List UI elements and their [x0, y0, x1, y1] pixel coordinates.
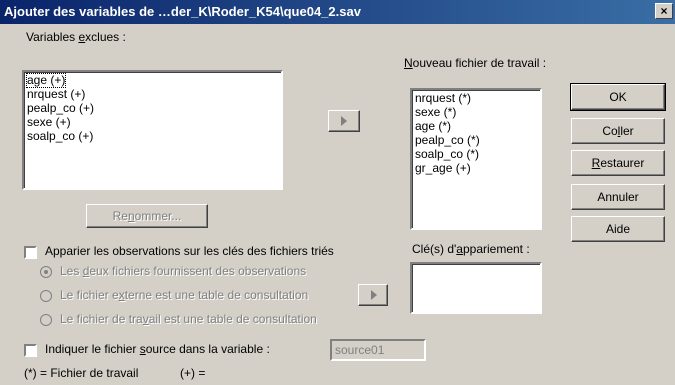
rename-button[interactable]: Renommer... [86, 204, 208, 228]
radio-both-files-label: Les deux fichiers fournissent des observ… [60, 264, 306, 278]
title-bar[interactable]: Ajouter des variables de …der_K\Roder_K5… [0, 0, 675, 24]
list-item[interactable]: gr_age (+) [415, 162, 471, 175]
option-label-prefix: Les [60, 264, 83, 278]
list-item[interactable]: soalp_co (*) [415, 148, 479, 161]
list-item[interactable]: sexe (+) [27, 116, 71, 129]
source-label-prefix: Indiquer le fichier [45, 342, 140, 356]
list-item[interactable]: nrquest (*) [415, 92, 471, 105]
excluded-variables-label: Variables exclues : [26, 30, 126, 44]
option-label-suffix: terne est une table de consultation [124, 288, 309, 302]
right-arrow-icon [371, 290, 377, 300]
reset-button[interactable]: Restaurer [571, 150, 665, 176]
list-item[interactable]: soalp_co (+) [27, 130, 93, 143]
cancel-button[interactable]: Annuler [571, 184, 665, 210]
reset-label-suffix: estaurer [600, 156, 645, 170]
reset-label-mnemonic: R [591, 156, 601, 170]
source-variable-checkbox[interactable] [24, 344, 37, 357]
radio-working-lookup-label: Le fichier de travail est une table de c… [60, 312, 317, 326]
list-item[interactable]: age (+) [25, 73, 67, 88]
right-arrow-icon [341, 116, 347, 126]
rename-label-suffix: ommer... [134, 209, 182, 223]
help-button[interactable]: Aide [571, 216, 665, 242]
match-cases-label: Apparier les observations sur les clés d… [45, 244, 334, 258]
rename-label-prefix: Re [112, 209, 128, 223]
radio-working-lookup[interactable] [40, 314, 52, 326]
new-file-label-suffix: ouveau fichier de travail : [412, 56, 547, 70]
rename-label-mnemonic: n [127, 209, 135, 223]
list-item[interactable]: age (*) [415, 120, 451, 133]
radio-external-lookup-label: Le fichier externe est une table de cons… [60, 288, 308, 302]
list-item[interactable]: pealp_co (+) [27, 102, 94, 115]
ok-button[interactable]: OK [570, 83, 666, 111]
window-title: Ajouter des variables de …der_K\Roder_K5… [4, 4, 361, 19]
excluded-label-prefix: Variables [26, 30, 79, 44]
option-label-prefix: Le fichier de tra [60, 312, 143, 326]
paste-label-suffix: ler [620, 124, 634, 138]
move-variable-button[interactable] [328, 110, 360, 132]
radio-external-lookup[interactable] [40, 290, 52, 302]
new-file-label-mnemonic: N [404, 56, 413, 70]
option-label-suffix: ail est une table de consultation [148, 312, 317, 326]
radio-both-files[interactable] [40, 266, 52, 278]
list-item[interactable]: pealp_co (*) [415, 134, 480, 147]
close-icon[interactable]: × [655, 3, 673, 19]
list-item[interactable]: sexe (*) [415, 106, 456, 119]
new-working-file-list[interactable]: nrquest (*) sexe (*) age (*) pealp_co (*… [410, 88, 542, 230]
excluded-label-suffix: xclues : [85, 30, 126, 44]
excluded-variables-list[interactable]: age (+) nrquest (+) pealp_co (+) sexe (+… [22, 70, 283, 190]
source-variable-label: Indiquer le fichier source dans la varia… [45, 342, 270, 356]
new-working-file-label: Nouveau fichier de travail : [404, 56, 546, 70]
option-label-prefix: Le fichier e [60, 288, 119, 302]
source-variable-input[interactable]: source01 [330, 339, 426, 361]
keys-label-prefix: Clé(s) d' [412, 242, 457, 256]
lookup-arrow-button[interactable] [358, 284, 388, 306]
match-cases-checkbox[interactable] [24, 246, 37, 259]
paste-label-prefix: Co [602, 124, 618, 138]
keys-label-suffix: ppariement : [462, 242, 530, 256]
key-variables-list[interactable] [410, 262, 542, 314]
source-label-suffix: ource dans la variable : [145, 342, 270, 356]
key-variables-label: Clé(s) d'appariement : [412, 242, 530, 256]
keys-label-mnemonic: a [456, 242, 463, 256]
add-variables-dialog: Ajouter des variables de …der_K\Roder_K5… [0, 0, 675, 385]
legend-working-file: (*) = Fichier de travail [24, 366, 139, 380]
legend-plus: (+) = [180, 366, 206, 380]
option-label-suffix: eux fichiers fournissent des observation… [89, 264, 307, 278]
paste-button[interactable]: Coller [571, 118, 665, 144]
list-item[interactable]: nrquest (+) [27, 88, 85, 101]
